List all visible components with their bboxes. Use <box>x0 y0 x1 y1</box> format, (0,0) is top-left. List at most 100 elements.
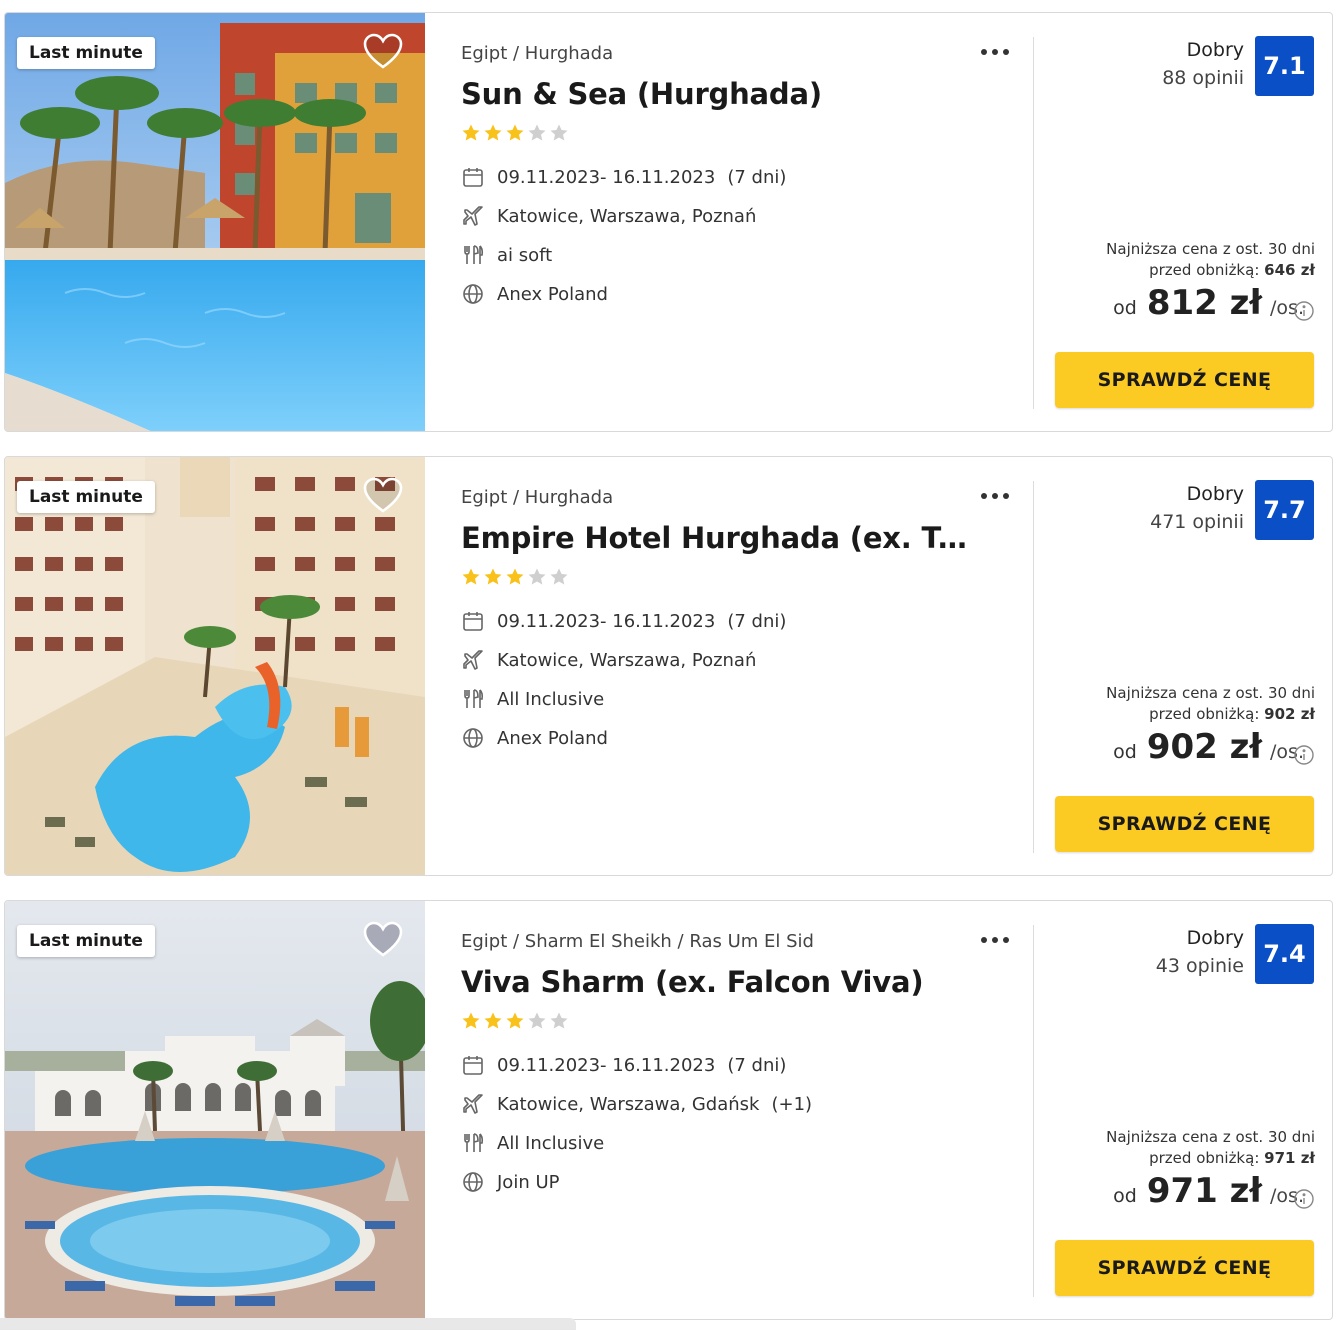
offer-info: Egipt / Hurghada Empire Hotel Hurghada (… <box>461 457 1033 875</box>
review-count[interactable]: 43 opinie <box>1156 955 1244 977</box>
plane-icon <box>461 648 485 672</box>
board-type: All Inclusive <box>461 1129 604 1157</box>
offer-info: Egipt / Sharm El Sheikh / Ras Um El Sid … <box>461 901 1033 1319</box>
review-count[interactable]: 88 opinii <box>1162 67 1244 89</box>
lowest-price-value: 971 zł <box>1264 1149 1315 1167</box>
globe-icon <box>461 1170 485 1194</box>
star-icon <box>550 568 568 585</box>
price-amount: 812 zł <box>1146 283 1263 323</box>
calendar-icon <box>461 1053 485 1077</box>
trip-duration: (7 dni) <box>727 610 787 632</box>
price-amount: 902 zł <box>1146 727 1263 767</box>
destination-breadcrumb[interactable]: Egipt / Sharm El Sheikh / Ras Um El Sid <box>461 931 814 952</box>
lowest-price-value: 902 zł <box>1264 705 1315 723</box>
departure-airports: Katowice, Warszawa, Gdańsk (+1) <box>461 1090 812 1118</box>
hotel-name[interactable]: Empire Hotel Hurghada (ex. Triton E... <box>461 521 971 555</box>
more-options-icon[interactable] <box>977 37 1013 67</box>
price-panel: Dobry 88 opinii 7.1 Najniższa cena z ost… <box>1035 13 1332 431</box>
more-options-icon[interactable] <box>977 925 1013 955</box>
board-label: All Inclusive <box>497 688 605 710</box>
offer-info: Egipt / Hurghada Sun & Sea (Hurghada) 09… <box>461 13 1033 431</box>
price: od 902 zł /os. <box>1113 727 1304 767</box>
lowest-price-note: Najniższa cena z ost. 30 dni przed obniż… <box>1106 683 1315 725</box>
travel-dates: 09.11.2023- 16.11.2023 (7 dni) <box>461 607 786 635</box>
travel-dates: 09.11.2023- 16.11.2023 (7 dni) <box>461 1051 786 1079</box>
more-airports-count[interactable]: (+1) <box>771 1094 812 1115</box>
tour-operator: Anex Poland <box>461 280 608 308</box>
hotel-name[interactable]: Viva Sharm (ex. Falcon Viva) <box>461 965 971 999</box>
lowest-price-note: Najniższa cena z ost. 30 dni przed obniż… <box>1106 1127 1315 1169</box>
cutlery-icon <box>461 1131 485 1155</box>
more-options-icon[interactable] <box>977 481 1013 511</box>
favorite-heart-icon[interactable] <box>363 33 403 71</box>
hotel-stars <box>461 123 569 143</box>
hotel-photo[interactable]: Last minute <box>5 457 425 875</box>
plane-icon <box>461 204 485 228</box>
offer-card[interactable]: Last minute Egipt / Sharm El Sheikh / Ra… <box>4 900 1333 1320</box>
date-range: 09.11.2023- 16.11.2023 <box>497 1054 716 1076</box>
star-icon <box>528 568 546 585</box>
board-label: All Inclusive <box>497 1132 605 1154</box>
review-count[interactable]: 471 opinii <box>1150 511 1244 533</box>
star-icon <box>550 1012 568 1029</box>
favorite-heart-icon[interactable] <box>363 477 403 515</box>
lowest-price-note: Najniższa cena z ost. 30 dni przed obniż… <box>1106 239 1315 281</box>
calendar-icon <box>461 165 485 189</box>
star-icon <box>484 1012 502 1029</box>
date-range: 09.11.2023- 16.11.2023 <box>497 610 716 632</box>
calendar-icon <box>461 609 485 633</box>
operator-name: Anex Poland <box>497 727 608 749</box>
star-icon <box>506 1012 524 1029</box>
operator-name: Join UP <box>497 1171 560 1193</box>
lowest-price-line2: przed obniżką: <box>1149 1149 1260 1167</box>
globe-icon <box>461 282 485 306</box>
star-icon <box>550 124 568 141</box>
travel-dates: 09.11.2023- 16.11.2023 (7 dni) <box>461 163 786 191</box>
star-icon <box>506 568 524 585</box>
hotel-name[interactable]: Sun & Sea (Hurghada) <box>461 77 971 111</box>
rating-score-badge: 7.1 <box>1255 36 1314 96</box>
info-icon[interactable] <box>1293 300 1315 322</box>
rating-label: Dobry <box>1186 39 1244 61</box>
hotel-photo[interactable]: Last minute <box>5 13 425 431</box>
destination-breadcrumb[interactable]: Egipt / Hurghada <box>461 43 613 64</box>
star-icon <box>528 124 546 141</box>
lowest-price-line1: Najniższa cena z ost. 30 dni <box>1106 240 1315 258</box>
column-divider <box>1033 925 1034 1297</box>
trip-duration: (7 dni) <box>727 166 787 188</box>
info-icon[interactable] <box>1293 1188 1315 1210</box>
info-icon[interactable] <box>1293 744 1315 766</box>
star-icon <box>462 124 480 141</box>
check-price-button[interactable]: SPRAWDŹ CENĘ <box>1055 352 1314 408</box>
hotel-photo[interactable]: Last minute <box>5 901 425 1319</box>
lowest-price-line2: przed obniżką: <box>1149 261 1260 279</box>
horizontal-scrollbar[interactable] <box>0 1318 576 1330</box>
offer-card[interactable]: Last minute Egipt / Hurghada Sun & Sea (… <box>4 12 1333 432</box>
lowest-price-line1: Najniższa cena z ost. 30 dni <box>1106 684 1315 702</box>
departure-airports: Katowice, Warszawa, Poznań <box>461 202 756 230</box>
destination-breadcrumb[interactable]: Egipt / Hurghada <box>461 487 613 508</box>
price-prefix: od <box>1113 297 1137 319</box>
column-divider <box>1033 37 1034 409</box>
plane-icon <box>461 1092 485 1116</box>
last-minute-badge: Last minute <box>17 925 155 957</box>
operator-name: Anex Poland <box>497 283 608 305</box>
last-minute-badge: Last minute <box>17 37 155 69</box>
favorite-heart-icon[interactable] <box>363 921 403 959</box>
star-icon <box>484 568 502 585</box>
cutlery-icon <box>461 687 485 711</box>
star-icon <box>462 1012 480 1029</box>
hotel-stars <box>461 1011 569 1031</box>
airport-list: Katowice, Warszawa, Poznań <box>497 649 757 671</box>
offer-card[interactable]: Last minute Egipt / Hurghada Empire Hote… <box>4 456 1333 876</box>
price-prefix: od <box>1113 1185 1137 1207</box>
price-amount: 971 zł <box>1146 1171 1263 1211</box>
price: od 812 zł /os. <box>1113 283 1304 323</box>
rating-label: Dobry <box>1186 483 1244 505</box>
star-icon <box>506 124 524 141</box>
check-price-button[interactable]: SPRAWDŹ CENĘ <box>1055 1240 1314 1296</box>
check-price-button[interactable]: SPRAWDŹ CENĘ <box>1055 796 1314 852</box>
star-icon <box>462 568 480 585</box>
lowest-price-line2: przed obniżką: <box>1149 705 1260 723</box>
star-icon <box>528 1012 546 1029</box>
